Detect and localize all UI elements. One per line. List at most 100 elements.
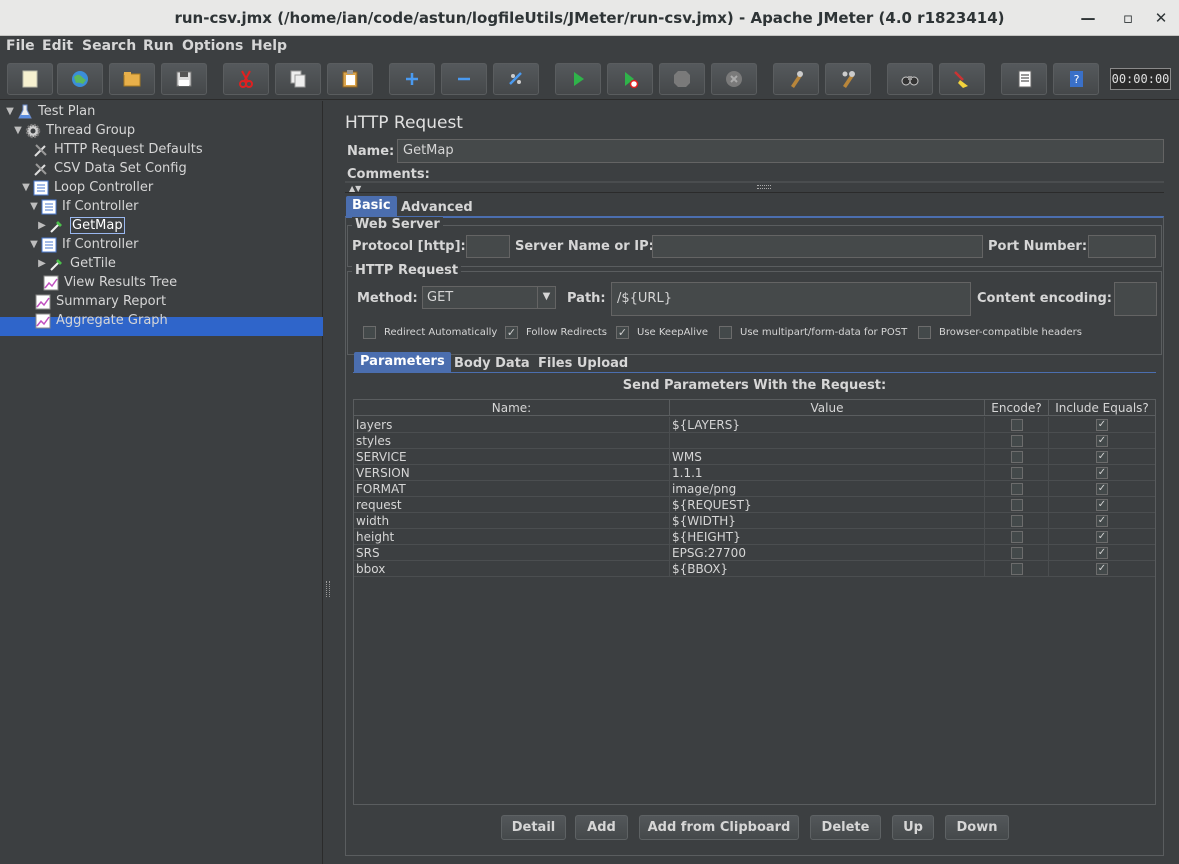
menu-search[interactable]: Search: [82, 38, 136, 54]
port-field[interactable]: [1088, 235, 1156, 258]
tab-advanced[interactable]: Advanced: [395, 198, 479, 218]
up-button[interactable]: Up: [892, 815, 934, 840]
reset-search-button[interactable]: [939, 63, 985, 95]
param-value-cell[interactable]: ${REQUEST}: [670, 497, 985, 513]
checkbox-unchecked[interactable]: [363, 326, 376, 339]
clear-all-button[interactable]: [825, 63, 871, 95]
column-value[interactable]: Value: [670, 400, 985, 416]
add-from-clipboard-button[interactable]: Add from Clipboard: [639, 815, 799, 840]
browser-headers-checkbox[interactable]: Browser-compatible headers: [918, 326, 1082, 339]
open-button[interactable]: [109, 63, 155, 95]
tree-node-loop-controller[interactable]: ▼ Loop Controller: [20, 178, 153, 197]
param-value-cell[interactable]: ${HEIGHT}: [670, 529, 985, 545]
encode-checkbox[interactable]: [1010, 451, 1023, 463]
include-equals-checkbox[interactable]: ✓: [1096, 515, 1108, 527]
checkbox-checked[interactable]: ✓: [505, 326, 518, 339]
encode-checkbox[interactable]: [1010, 563, 1023, 575]
tree-node-thread-group[interactable]: ▼ Thread Group: [12, 121, 135, 140]
expanded-arrow-icon[interactable]: ▼: [20, 182, 32, 193]
menu-file[interactable]: File: [6, 38, 35, 54]
delete-button[interactable]: Delete: [810, 815, 881, 840]
param-value-cell[interactable]: 1.1.1: [670, 465, 985, 481]
follow-redirects-checkbox[interactable]: ✓ Follow Redirects: [505, 326, 607, 339]
menu-edit[interactable]: Edit: [42, 38, 73, 54]
tab-files-upload[interactable]: Files Upload: [532, 354, 634, 374]
expanded-arrow-icon[interactable]: ▼: [12, 125, 24, 136]
tree-node-http-defaults[interactable]: HTTP Request Defaults: [32, 140, 203, 159]
encode-checkbox[interactable]: [1010, 435, 1023, 447]
include-equals-checkbox[interactable]: ✓: [1096, 451, 1108, 463]
expanded-arrow-icon[interactable]: ▼: [4, 106, 16, 117]
server-field[interactable]: [652, 235, 983, 258]
cut-button[interactable]: [223, 63, 269, 95]
table-row[interactable]: layers ${LAYERS} ✓: [354, 417, 1155, 433]
tree-node-csv-config[interactable]: CSV Data Set Config: [32, 159, 187, 178]
add-button[interactable]: Add: [575, 815, 628, 840]
start-no-pauses-button[interactable]: [607, 63, 653, 95]
menu-run[interactable]: Run: [143, 38, 174, 54]
expand-all-button[interactable]: [389, 63, 435, 95]
chevron-down-icon[interactable]: ▼: [537, 287, 555, 308]
splitter-grip[interactable]: [326, 581, 330, 597]
tree-node-if-controller-2[interactable]: ▼ If Controller: [28, 235, 139, 254]
param-name-cell[interactable]: SRS: [354, 545, 670, 561]
include-equals-checkbox[interactable]: ✓: [1096, 483, 1108, 495]
comments-field[interactable]: [345, 181, 1164, 183]
start-button[interactable]: [555, 63, 601, 95]
param-name-cell[interactable]: height: [354, 529, 670, 545]
down-button[interactable]: Down: [945, 815, 1009, 840]
tab-basic[interactable]: Basic: [346, 196, 397, 216]
checkbox-unchecked[interactable]: [719, 326, 732, 339]
param-value-cell[interactable]: ${WIDTH}: [670, 513, 985, 529]
encode-checkbox[interactable]: [1010, 467, 1023, 479]
include-equals-checkbox[interactable]: ✓: [1096, 547, 1108, 559]
path-field[interactable]: /${URL}: [611, 282, 971, 316]
encode-checkbox[interactable]: [1010, 483, 1023, 495]
help-button[interactable]: ?: [1053, 63, 1099, 95]
param-name-cell[interactable]: request: [354, 497, 670, 513]
param-value-cell[interactable]: ${LAYERS}: [670, 417, 985, 433]
maximize-icon[interactable]: ▫: [1118, 8, 1138, 28]
param-value-cell[interactable]: EPSG:27700: [670, 545, 985, 561]
param-value-cell[interactable]: WMS: [670, 449, 985, 465]
copy-button[interactable]: [275, 63, 321, 95]
param-name-cell[interactable]: layers: [354, 417, 670, 433]
shutdown-button[interactable]: [711, 63, 757, 95]
param-name-cell[interactable]: styles: [354, 433, 670, 449]
table-row[interactable]: FORMAT image/png ✓: [354, 481, 1155, 497]
tree-node-if-controller-1[interactable]: ▼ If Controller: [28, 197, 139, 216]
tree-node-aggregate-graph[interactable]: Aggregate Graph: [34, 311, 168, 330]
param-name-cell[interactable]: bbox: [354, 561, 670, 577]
column-name[interactable]: Name:: [354, 400, 670, 416]
include-equals-checkbox[interactable]: ✓: [1096, 419, 1108, 431]
new-button[interactable]: [7, 63, 53, 95]
encoding-field[interactable]: [1114, 282, 1157, 316]
minimize-icon[interactable]: —: [1078, 8, 1098, 28]
expanded-arrow-icon[interactable]: ▼: [28, 239, 40, 250]
table-row[interactable]: SERVICE WMS ✓: [354, 449, 1155, 465]
panel-splitter[interactable]: [323, 101, 333, 864]
table-row[interactable]: height ${HEIGHT} ✓: [354, 529, 1155, 545]
method-select[interactable]: GET ▼: [422, 286, 556, 309]
param-value-cell[interactable]: image/png: [670, 481, 985, 497]
close-icon[interactable]: ✕: [1151, 8, 1171, 28]
name-field[interactable]: GetMap: [397, 139, 1164, 163]
encode-checkbox[interactable]: [1010, 531, 1023, 543]
tab-body-data[interactable]: Body Data: [448, 354, 536, 374]
column-include-equals[interactable]: Include Equals?: [1049, 400, 1155, 416]
encode-checkbox[interactable]: [1010, 499, 1023, 511]
protocol-field[interactable]: [466, 235, 510, 258]
keepalive-checkbox[interactable]: ✓ Use KeepAlive: [616, 326, 708, 339]
multipart-checkbox[interactable]: Use multipart/form-data for POST: [719, 326, 907, 339]
menu-options[interactable]: Options: [182, 38, 243, 54]
table-row[interactable]: VERSION 1.1.1 ✓: [354, 465, 1155, 481]
encode-checkbox[interactable]: [1010, 419, 1023, 431]
tree-node-view-results-tree[interactable]: View Results Tree: [42, 273, 177, 292]
resize-grip-icon[interactable]: [757, 185, 771, 189]
tree-node-getmap[interactable]: ▶ GetMap: [36, 216, 125, 235]
detail-button[interactable]: Detail: [501, 815, 566, 840]
encode-checkbox[interactable]: [1010, 547, 1023, 559]
encode-checkbox[interactable]: [1010, 515, 1023, 527]
templates-button[interactable]: [57, 63, 103, 95]
checkbox-checked[interactable]: ✓: [616, 326, 629, 339]
